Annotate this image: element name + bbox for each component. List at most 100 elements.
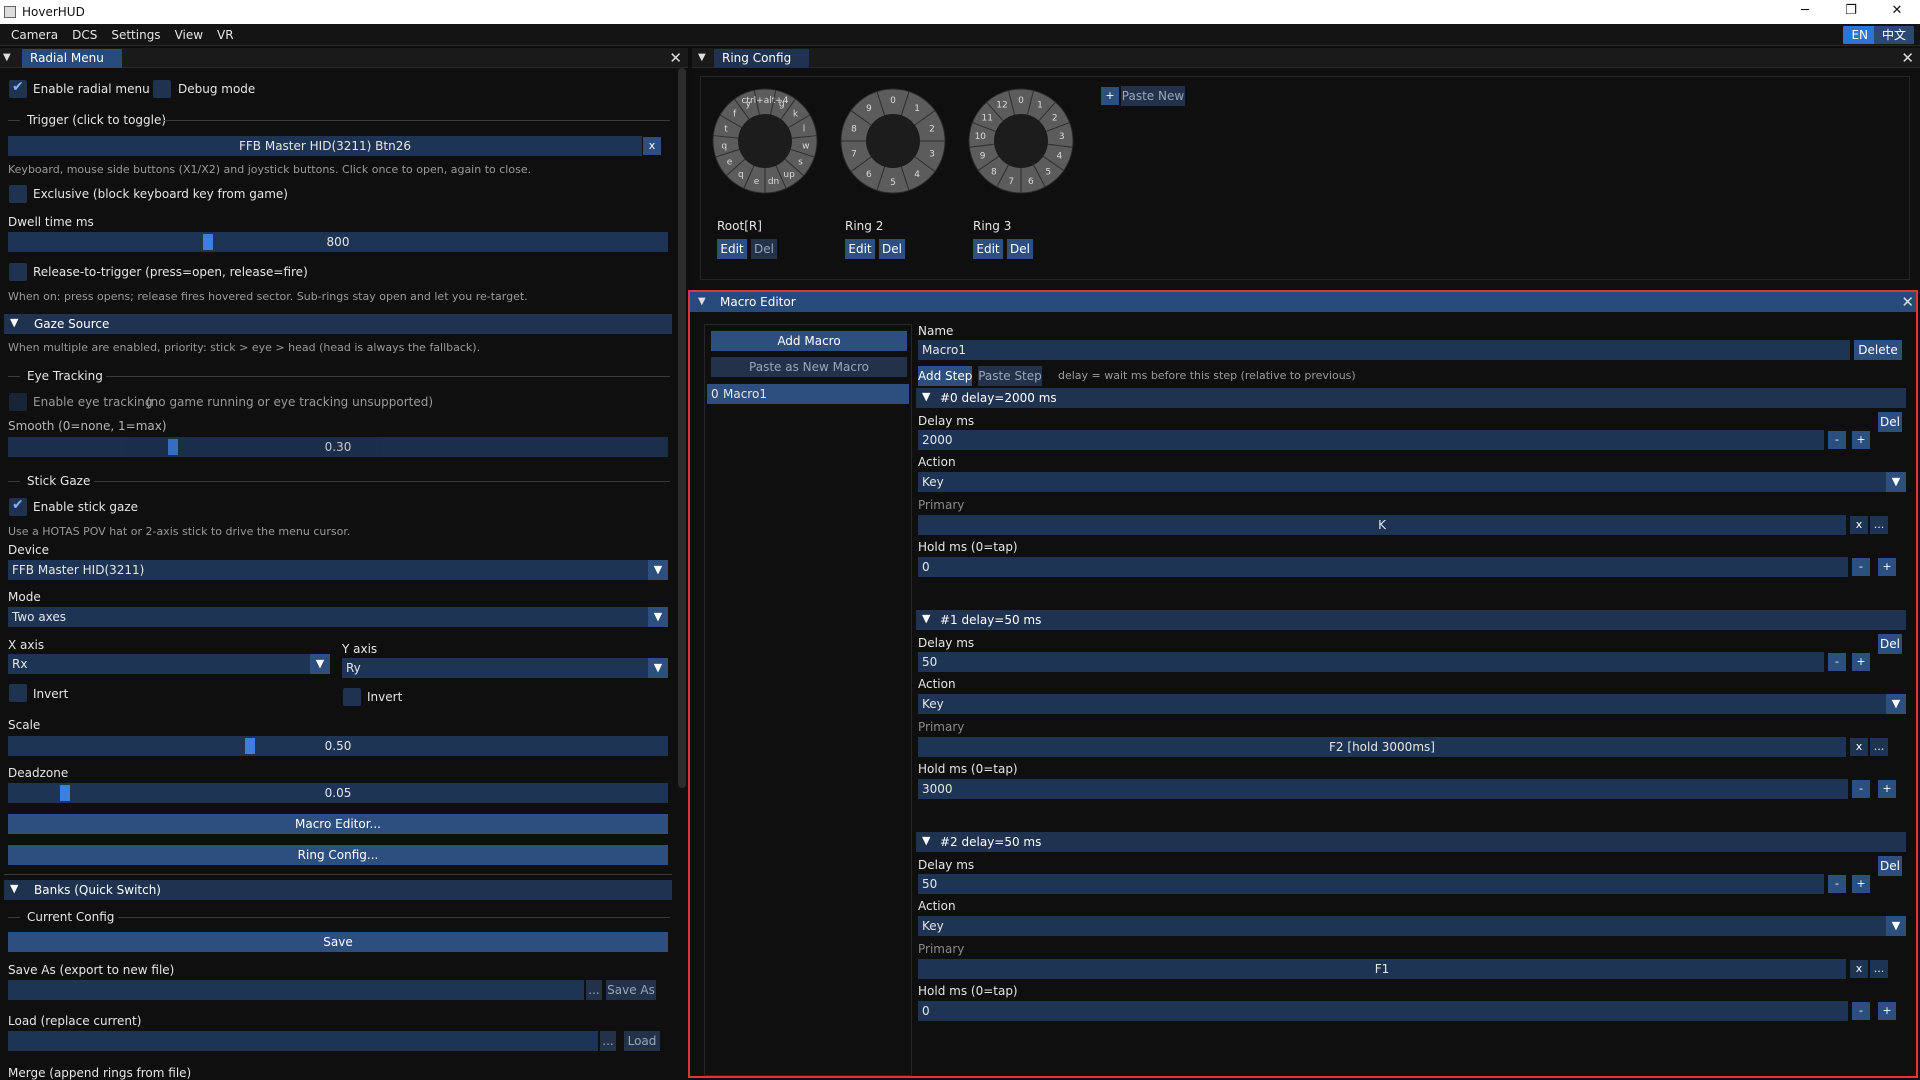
ring-edit-button[interactable]: Edit [973,239,1003,259]
load-browse-button[interactable]: ... [600,1031,616,1051]
primary-key-button[interactable]: K [918,515,1846,535]
mode-select[interactable]: Two axes ▼ [8,607,668,627]
enable-eye-checkbox[interactable] [9,393,27,411]
hold-decrement-button[interactable]: - [1852,780,1870,798]
menu-vr[interactable]: VR [210,24,241,46]
delay-input[interactable]: 2000 [918,430,1824,450]
macro-list-item[interactable]: 0 Macro1 [707,384,909,404]
hold-decrement-button[interactable]: - [1852,1002,1870,1020]
delete-macro-button[interactable]: Delete [1854,340,1902,360]
ring-edit-button[interactable]: Edit [845,239,875,259]
delay-increment-button[interactable]: + [1852,653,1870,671]
delay-decrement-button[interactable]: - [1828,875,1846,893]
step-header[interactable]: ▼ #2 delay=50 ms [916,832,1906,852]
delay-increment-button[interactable]: + [1852,875,1870,893]
primary-clear-button[interactable]: x [1850,738,1868,756]
panel-scrollbar[interactable] [678,68,686,788]
minimize-button[interactable]: ─ [1782,0,1828,24]
dwell-slider[interactable]: 800 [8,232,668,252]
chevron-down-icon[interactable]: ▼ [648,658,668,678]
step-del-button[interactable]: Del [1878,412,1902,432]
paste-new-plus-button[interactable]: + [1101,87,1119,105]
save-as-button[interactable]: Save As [606,980,656,1000]
collapse-icon[interactable]: ▼ [698,52,706,63]
ring-del-button[interactable]: Del [1007,239,1033,259]
collapse-icon[interactable]: ▼ [698,296,706,307]
close-icon[interactable]: ✕ [669,49,682,67]
trigger-clear-button[interactable]: x [643,137,661,155]
hold-increment-button[interactable]: + [1878,1002,1896,1020]
hold-input[interactable]: 3000 [918,779,1848,799]
primary-browse-button[interactable]: ... [1870,516,1888,534]
primary-key-button[interactable]: F2 [hold 3000ms] [918,737,1846,757]
save-as-browse-button[interactable]: ... [586,980,602,1000]
add-step-button[interactable]: Add Step [918,366,972,386]
exclusive-checkbox[interactable] [9,185,27,203]
primary-browse-button[interactable]: ... [1870,738,1888,756]
load-button[interactable]: Load [624,1031,660,1051]
close-window-button[interactable]: ✕ [1874,0,1920,24]
hold-input[interactable]: 0 [918,1001,1848,1021]
delay-input[interactable]: 50 [918,652,1824,672]
primary-key-button[interactable]: F1 [918,959,1846,979]
macro-name-input[interactable]: Macro1 [918,340,1850,360]
device-select[interactable]: FFB Master HID(3211) ▼ [8,560,668,580]
action-select[interactable]: Key ▼ [918,472,1906,492]
chevron-down-icon[interactable]: ▼ [1886,472,1906,492]
delay-input[interactable]: 50 [918,874,1824,894]
chevron-down-icon[interactable]: ▼ [648,607,668,627]
deadzone-slider[interactable]: 0.05 [8,783,668,803]
tab-macro-editor[interactable]: Macro Editor [720,295,796,309]
y-axis-select[interactable]: Ry ▼ [342,658,668,678]
paste-new-macro-button[interactable]: Paste as New Macro [711,357,907,377]
banks-header[interactable]: ▼ Banks (Quick Switch) [4,880,672,900]
enable-radial-checkbox[interactable] [9,79,27,98]
close-icon[interactable]: ✕ [1901,293,1914,311]
ring-preview-2[interactable]: 0 12 34 5 67 89 [837,85,949,197]
action-select[interactable]: Key ▼ [918,916,1906,936]
hold-increment-button[interactable]: + [1878,558,1896,576]
action-select[interactable]: Key ▼ [918,694,1906,714]
lang-zh-button[interactable]: 中文 [1873,26,1914,44]
release-trigger-checkbox[interactable] [9,263,27,281]
chevron-down-icon[interactable]: ▼ [648,560,668,580]
menu-dcs[interactable]: DCS [65,24,104,46]
ring-edit-button[interactable]: Edit [717,239,747,259]
macro-editor-button[interactable]: Macro Editor... [8,814,668,834]
tab-radial-menu[interactable]: Radial Menu [22,49,122,68]
enable-stick-checkbox[interactable] [9,497,27,516]
close-icon[interactable]: ✕ [1901,49,1914,67]
hold-decrement-button[interactable]: - [1852,558,1870,576]
delay-decrement-button[interactable]: - [1828,653,1846,671]
save-button[interactable]: Save [8,932,668,952]
primary-browse-button[interactable]: ... [1870,960,1888,978]
tab-ring-config[interactable]: Ring Config [714,49,810,68]
delay-decrement-button[interactable]: - [1828,431,1846,449]
step-header[interactable]: ▼ #1 delay=50 ms [916,610,1906,630]
step-del-button[interactable]: Del [1878,856,1902,876]
menu-settings[interactable]: Settings [104,24,167,46]
step-header[interactable]: ▼ #0 delay=2000 ms [916,388,1906,408]
paste-step-button[interactable]: Paste Step [978,366,1042,386]
chevron-down-icon[interactable]: ▼ [1886,916,1906,936]
step-del-button[interactable]: Del [1878,634,1902,654]
x-axis-select[interactable]: Rx ▼ [8,654,330,674]
invert-x-checkbox[interactable] [9,684,27,702]
ring-del-button[interactable]: Del [879,239,905,259]
hold-input[interactable]: 0 [918,557,1848,577]
lang-en-button[interactable]: EN [1843,26,1876,44]
ring-config-button[interactable]: Ring Config... [8,845,668,865]
paste-new-button[interactable]: Paste New [1121,86,1185,106]
add-macro-button[interactable]: Add Macro [711,331,907,351]
smooth-slider[interactable]: 0.30 [8,437,668,457]
chevron-down-icon[interactable]: ▼ [310,654,330,674]
ring-preview-3[interactable]: 0 123456789101112 [965,85,1077,197]
gaze-source-header[interactable]: ▼ Gaze Source [4,314,672,334]
trigger-binding-button[interactable]: FFB Master HID(3211) Btn26 [8,136,642,156]
menu-camera[interactable]: Camera [4,24,65,46]
chevron-down-icon[interactable]: ▼ [1886,694,1906,714]
delay-increment-button[interactable]: + [1852,431,1870,449]
menu-view[interactable]: View [168,24,210,46]
debug-mode-checkbox[interactable] [153,80,171,98]
restore-button[interactable]: ❐ [1828,0,1874,24]
